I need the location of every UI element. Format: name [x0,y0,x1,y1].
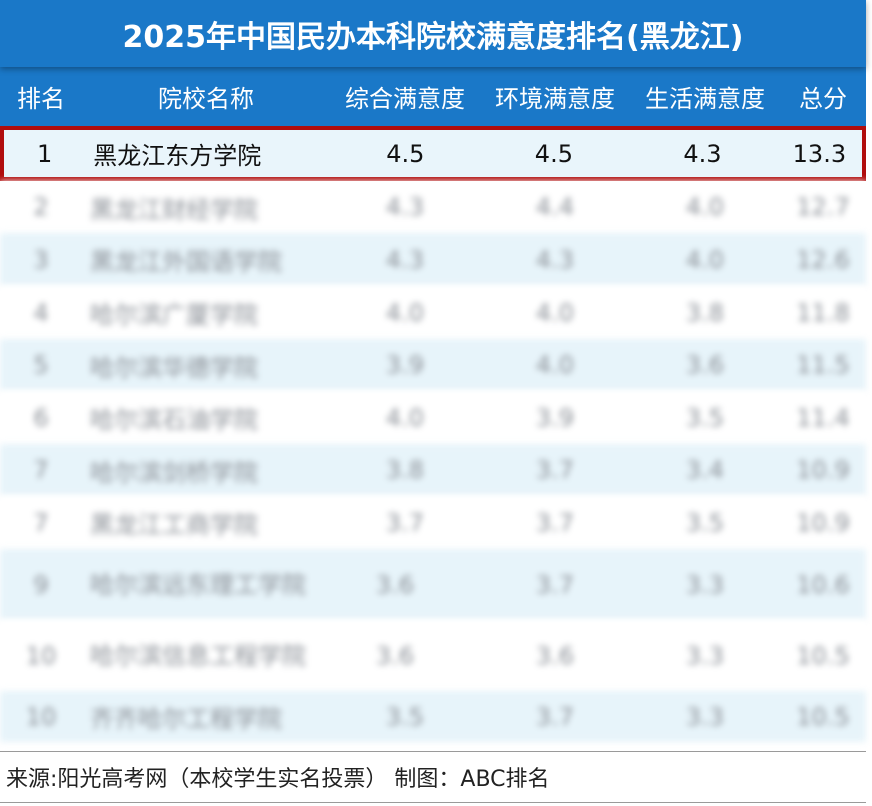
school-name-cell: 哈尔滨广厦学院 [90,301,258,329]
total-score-cell: 11.8 [796,298,850,327]
rank-cell: 10 [25,641,57,670]
column-header-total: 总分 [799,85,847,113]
rank-cell: 2 [33,193,49,221]
life-score-cell: 3.5 [685,508,725,537]
table-header: 排名 院校名称 综合满意度 环境满意度 生活满意度 总分 [0,67,866,126]
table-row: 2 黑龙江财经学院 4.3 4.4 4.0 12.7 [0,181,866,233]
overall-score-cell: 3.5 [385,702,425,731]
school-name-cell: 哈尔滨石油学院 [90,406,258,434]
total-score-cell: 10.9 [796,456,850,484]
overall-score-cell: 3.6 [375,641,415,670]
life-score-cell: 3.8 [685,298,725,327]
total-score-cell: 13.3 [792,139,847,168]
rank-cell: 6 [33,403,49,432]
column-header-environment: 环境满意度 [495,85,615,113]
school-name-cell: 哈尔滨剑桥学院 [90,458,258,487]
rank-cell: 4 [33,298,49,327]
life-score-cell: 3.3 [685,570,725,599]
rank-cell: 1 [36,139,53,168]
environment-score-cell: 4.4 [535,193,575,221]
rank-cell: 7 [33,508,49,537]
source-note: 来源:阳光高考网（本校学生实名投票） 制图：ABC排名 [0,751,866,803]
school-name-cell: 哈尔滨信息工程学院 [90,641,306,670]
total-score-cell: 11.4 [796,403,850,432]
environment-score-cell: 4.3 [535,245,575,274]
table-title: 2025年中国民办本科院校满意度排名(黑龙江) [0,0,866,67]
life-score-cell: 3.3 [685,702,725,731]
environment-score-cell: 4.5 [534,139,573,168]
table-row-highlighted: 1 黑龙江东方学院 4.5 4.5 4.3 13.3 [0,126,866,181]
environment-score-cell: 3.7 [535,508,575,537]
ranking-table: 2025年中国民办本科院校满意度排名(黑龙江) 排名 院校名称 综合满意度 环境… [0,0,872,806]
table-row: 6 哈尔滨石油学院 4.0 3.9 3.5 11.4 [0,391,866,444]
overall-score-cell: 4.5 [386,139,425,168]
overall-score-cell: 3.7 [385,508,425,537]
total-score-cell: 12.7 [796,193,850,221]
school-name-cell: 黑龙江工商学院 [90,511,258,539]
overall-score-cell: 3.9 [385,351,425,379]
life-score-cell: 4.0 [685,245,725,274]
table-body: 1 黑龙江东方学院 4.5 4.5 4.3 13.3 2 黑龙江财经学院 4.3… [0,126,866,742]
school-name-cell: 黑龙江外国语学院 [90,248,282,276]
overall-score-cell: 3.8 [385,456,425,484]
school-name-cell: 哈尔滨华德学院 [90,353,258,382]
table-row: 10 齐齐哈尔工程学院 3.5 3.7 3.3 10.5 [0,691,866,742]
rank-cell: 3 [33,245,49,274]
total-score-cell: 12.6 [796,245,850,274]
life-score-cell: 3.6 [685,351,725,379]
school-name-cell: 黑龙江东方学院 [93,142,262,170]
life-score-cell: 3.3 [685,641,725,670]
life-score-cell: 4.3 [683,139,722,168]
table-row: 7 哈尔滨剑桥学院 3.8 3.7 3.4 10.9 [0,444,866,496]
table-row: 9 哈尔滨远东理工学院 3.6 3.7 3.3 10.6 [0,549,866,620]
rank-cell: 10 [25,702,57,731]
school-name-cell: 黑龙江财经学院 [90,195,258,224]
table-row: 5 哈尔滨华德学院 3.9 4.0 3.6 11.5 [0,339,866,391]
environment-score-cell: 3.7 [535,702,575,731]
environment-score-cell: 3.9 [535,403,575,432]
environment-score-cell: 3.6 [535,641,575,670]
life-score-cell: 4.0 [685,193,725,221]
total-score-cell: 10.9 [796,508,850,537]
life-score-cell: 3.5 [685,403,725,432]
column-header-name: 院校名称 [158,85,254,113]
table-row: 3 黑龙江外国语学院 4.3 4.3 4.0 12.6 [0,233,866,286]
column-header-life: 生活满意度 [645,85,765,113]
environment-score-cell: 4.0 [535,298,575,327]
rank-cell: 7 [33,456,49,484]
environment-score-cell: 4.0 [535,351,575,379]
table-row: 4 哈尔滨广厦学院 4.0 4.0 3.8 11.8 [0,286,866,339]
school-name-cell: 齐齐哈尔工程学院 [90,705,282,733]
environment-score-cell: 3.7 [535,456,575,484]
column-header-rank: 排名 [17,85,65,113]
total-score-cell: 10.5 [796,702,850,731]
table-row: 7 黑龙江工商学院 3.7 3.7 3.5 10.9 [0,496,866,549]
table-row: 10 哈尔滨信息工程学院 3.6 3.6 3.3 10.5 [0,620,866,691]
total-score-cell: 10.5 [796,641,850,670]
life-score-cell: 3.4 [685,456,725,484]
overall-score-cell: 4.0 [385,403,425,432]
total-score-cell: 11.5 [796,351,850,379]
rank-cell: 9 [33,570,49,599]
total-score-cell: 10.6 [796,570,850,599]
overall-score-cell: 4.3 [385,193,425,221]
overall-score-cell: 3.6 [375,570,415,599]
school-name-cell: 哈尔滨远东理工学院 [90,570,306,599]
overall-score-cell: 4.3 [385,245,425,274]
column-header-overall: 综合满意度 [345,85,465,113]
overall-score-cell: 4.0 [385,298,425,327]
environment-score-cell: 3.7 [535,570,575,599]
rank-cell: 5 [33,351,49,379]
